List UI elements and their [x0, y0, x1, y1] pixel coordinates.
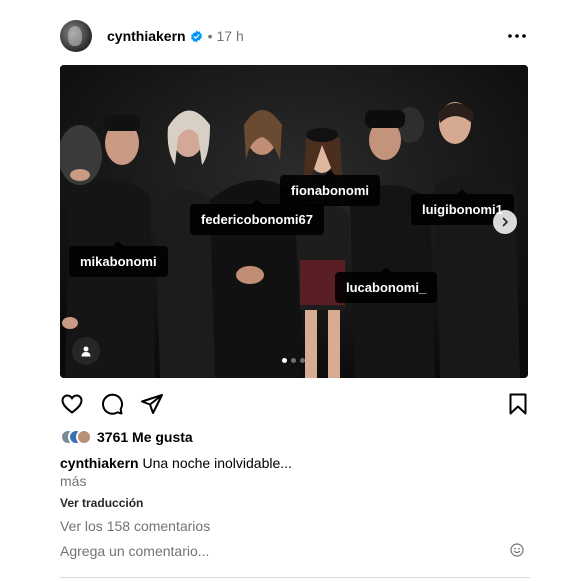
carousel-dot-active	[282, 358, 287, 363]
emoji-icon[interactable]	[510, 543, 524, 557]
carousel-indicator	[282, 358, 305, 363]
person-icon	[81, 346, 91, 357]
likes-row[interactable]: 3761 Me gusta	[60, 428, 193, 446]
avatar	[76, 429, 92, 445]
post-actions	[60, 392, 530, 416]
user-tag[interactable]: lucabonomi_	[335, 267, 438, 303]
comment-input[interactable]	[60, 540, 530, 562]
avatar[interactable]	[60, 20, 92, 52]
tagged-users-button[interactable]	[72, 337, 100, 365]
send-icon[interactable]	[140, 392, 164, 416]
verified-badge-icon	[190, 30, 203, 43]
caption-username[interactable]: cynthiakern	[60, 455, 139, 471]
comment-icon[interactable]	[100, 392, 124, 416]
carousel-next-button[interactable]	[493, 210, 517, 234]
more-options-icon[interactable]	[506, 26, 528, 46]
post-header: cynthiakern • 17 h	[60, 18, 530, 54]
post-photo[interactable]: fionabonomi federicobonomi67 luigibonomi…	[60, 65, 528, 378]
liker-avatars	[60, 429, 94, 445]
bookmark-icon[interactable]	[506, 392, 530, 416]
post-time: 17 h	[216, 28, 244, 44]
user-tag[interactable]: fionabonomi	[280, 170, 380, 206]
user-tag[interactable]: mikabonomi	[69, 241, 168, 277]
caption-more-link[interactable]: más	[60, 473, 86, 489]
carousel-dot	[300, 358, 305, 363]
heart-icon[interactable]	[60, 392, 84, 416]
caption-text: Una noche inolvidable...	[142, 455, 292, 471]
chevron-right-icon	[502, 217, 508, 227]
view-comments-link[interactable]: Ver los 158 comentarios	[60, 518, 210, 534]
user-tag[interactable]: federicobonomi67	[190, 199, 324, 235]
likes-count[interactable]: 3761 Me gusta	[97, 429, 193, 445]
see-translation-link[interactable]: Ver traducción	[60, 496, 143, 510]
carousel-dot	[291, 358, 296, 363]
divider	[60, 577, 530, 578]
caption: cynthiakern Una noche inolvidable...	[60, 455, 292, 471]
username[interactable]: cynthiakern	[107, 28, 186, 44]
separator-dot: •	[207, 28, 213, 44]
